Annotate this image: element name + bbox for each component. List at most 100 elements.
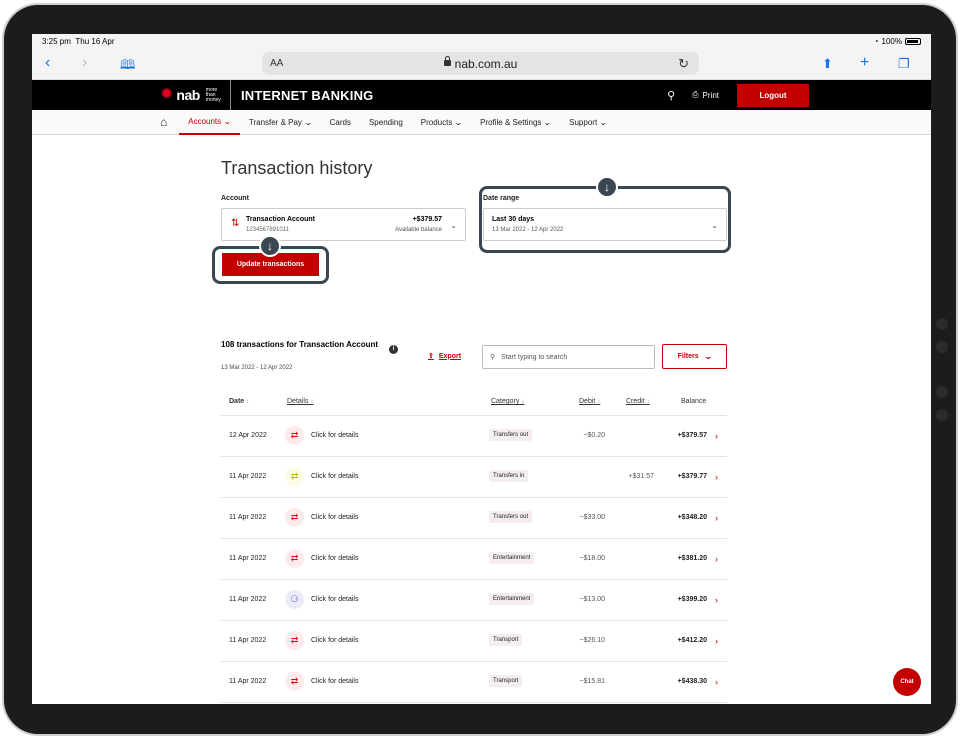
address-bar[interactable]: AA nab.com.au ↻ <box>262 52 699 75</box>
chevron-right-icon[interactable]: › <box>715 595 718 605</box>
chevron-down-icon: ⌄ <box>703 352 713 361</box>
reader-aa[interactable]: AA <box>270 58 283 69</box>
col-credit-label: Credit <box>626 398 645 405</box>
row-date: 11 Apr 2022 <box>229 637 267 644</box>
nav-products[interactable]: Products ⌄ <box>412 110 471 135</box>
nav-label: Spending <box>368 117 403 127</box>
row-category: Entertainment <box>489 552 535 564</box>
account-label: Account <box>221 195 249 202</box>
transfer-arrows-icon: ⇄ <box>285 426 304 445</box>
transactions-count-title: 108 transactions for Transaction Account <box>221 340 379 349</box>
row-details[interactable]: Click for details <box>311 473 358 480</box>
nab-logo[interactable]: ✹ nab more than money <box>160 86 226 104</box>
status-date: Thu 16 Apr <box>75 36 115 46</box>
search-icon[interactable]: ⚲ <box>664 89 678 102</box>
sort-icon: ↕ <box>646 399 650 405</box>
row-credit: +$31.57 <box>628 473 655 480</box>
chevron-right-icon[interactable]: › <box>715 554 718 564</box>
transfer-arrows-icon: ⇄ <box>285 549 304 568</box>
row-debit: −$26.10 <box>579 637 606 644</box>
row-category: Transfers in <box>489 470 529 482</box>
row-details[interactable]: Click for details <box>311 637 358 644</box>
row-balance: +$379.77 <box>677 473 707 480</box>
account-select[interactable]: ⇅ Transaction Account 1234567891011 +$37… <box>221 208 466 241</box>
transaction-row[interactable]: 11 Apr 2022 ⇄ Click for details Transfers i… <box>221 456 727 497</box>
print-label: Print <box>702 90 719 100</box>
row-details[interactable]: Click for details <box>311 432 358 439</box>
nav-label: Cards <box>329 117 351 127</box>
print-button[interactable]: ⎙ Print <box>692 90 719 100</box>
row-category: Transport <box>489 675 523 687</box>
account-name: Transaction Account <box>246 216 315 223</box>
transaction-row[interactable]: 12 Apr 2022 ⇄ Click for details Transfers o… <box>221 415 727 456</box>
transaction-row[interactable]: 11 Apr 2022☕Click for detailsFood & drin… <box>221 702 727 704</box>
print-icon: ⎙ <box>692 90 699 99</box>
row-date: 11 Apr 2022 <box>229 473 267 480</box>
entertainment-icon: ⚆ <box>285 590 304 609</box>
export-label: Export <box>438 352 462 360</box>
brand-tagline: more than money <box>205 86 221 103</box>
export-button[interactable]: ⇪ Export <box>428 352 462 361</box>
transactions-list: 12 Apr 2022 ⇄ Click for details Transfers o… <box>221 415 727 704</box>
nav-profile-settings[interactable]: Profile & Settings ⌄ <box>471 110 560 135</box>
chevron-right-icon[interactable]: › <box>715 513 718 523</box>
row-category: Entertainment <box>489 593 535 605</box>
brand-name: nab <box>176 87 200 103</box>
col-date[interactable]: Date ↕ <box>229 398 249 405</box>
nav-spending[interactable]: Spending <box>360 110 412 135</box>
battery-percent: 100% <box>881 36 902 46</box>
row-category: Transfers out <box>489 429 533 441</box>
chevron-down-icon: ⌄ <box>450 221 457 230</box>
row-details[interactable]: Click for details <box>311 555 358 562</box>
row-balance: +$348.20 <box>677 514 707 521</box>
screen: 3:25 pm Thu 16 Apr ◔ 100% ‹ › 🕮 AA nab.co… <box>32 34 931 704</box>
row-debit: −$0.20 <box>583 432 605 439</box>
chevron-right-icon[interactable]: › <box>715 431 718 441</box>
transaction-row[interactable]: 11 Apr 2022 ⇄ Click for details Entertainme… <box>221 538 727 579</box>
col-category[interactable]: Category ↕ <box>491 398 524 405</box>
info-icon[interactable]: i <box>389 345 398 354</box>
col-credit[interactable]: Credit ↕ <box>626 398 650 405</box>
chat-button[interactable]: Chat <box>893 668 921 696</box>
nav-support[interactable]: Support ⌄ <box>560 110 616 135</box>
home-icon[interactable]: ⌂ <box>160 115 167 129</box>
transaction-row[interactable]: 11 Apr 2022 ⇄ Click for details Transport −$… <box>221 661 727 702</box>
transaction-row[interactable]: 11 Apr 2022 ⚆ Click for details Entertainme… <box>221 579 727 620</box>
nav-accounts[interactable]: Accounts ⌄ <box>179 110 240 135</box>
nav-cards[interactable]: Cards <box>321 110 360 135</box>
row-details[interactable]: Click for details <box>311 514 358 521</box>
sort-icon: ↕ <box>310 399 314 405</box>
chevron-right-icon[interactable]: › <box>715 636 718 646</box>
available-balance-label: Available balance <box>395 227 442 233</box>
chevron-right-icon[interactable]: › <box>715 472 718 482</box>
sort-icon: ↕ <box>246 399 250 405</box>
row-date: 11 Apr 2022 <box>229 555 267 562</box>
row-details[interactable]: Click for details <box>311 596 358 603</box>
nab-header: ✹ nab more than money INTERNET BANKING ⚲… <box>32 80 931 110</box>
tabs-icon[interactable]: ❐ <box>898 56 910 72</box>
transaction-row[interactable]: 11 Apr 2022 ⇄ Click for details Transport −$… <box>221 620 727 661</box>
row-balance: +$379.57 <box>677 432 707 439</box>
forward-icon[interactable]: › <box>82 54 87 72</box>
col-debit[interactable]: Debit ↕ <box>579 398 600 405</box>
col-details[interactable]: Details ↕ <box>287 398 313 405</box>
transaction-row[interactable]: 11 Apr 2022 ⇄ Click for details Transfers o… <box>221 497 727 538</box>
nav-transfer-pay[interactable]: Transfer & Pay ⌄ <box>240 110 321 135</box>
filters-label: Filters <box>677 353 699 360</box>
bookmarks-icon[interactable]: 🕮 <box>120 56 135 78</box>
account-balance: +$379.57 <box>412 216 442 223</box>
search-input[interactable]: ⚲ Start typing to search <box>482 345 655 369</box>
back-icon[interactable]: ‹ <box>45 54 50 72</box>
row-balance: +$438.30 <box>677 678 707 685</box>
share-icon[interactable]: ⬆ <box>822 56 833 72</box>
col-date-label: Date <box>229 398 245 405</box>
reload-icon[interactable]: ↻ <box>678 56 689 72</box>
transfer-arrows-icon: ⇄ <box>285 467 304 486</box>
transfer-arrows-icon: ⇄ <box>285 672 304 691</box>
logout-button[interactable]: Logout <box>737 83 809 107</box>
row-details[interactable]: Click for details <box>311 678 358 685</box>
filters-button[interactable]: Filters ⌄ <box>662 344 727 369</box>
chevron-right-icon[interactable]: › <box>715 677 718 687</box>
new-tab-icon[interactable]: + <box>860 54 869 72</box>
transfer-arrows-icon: ⇄ <box>285 631 304 650</box>
